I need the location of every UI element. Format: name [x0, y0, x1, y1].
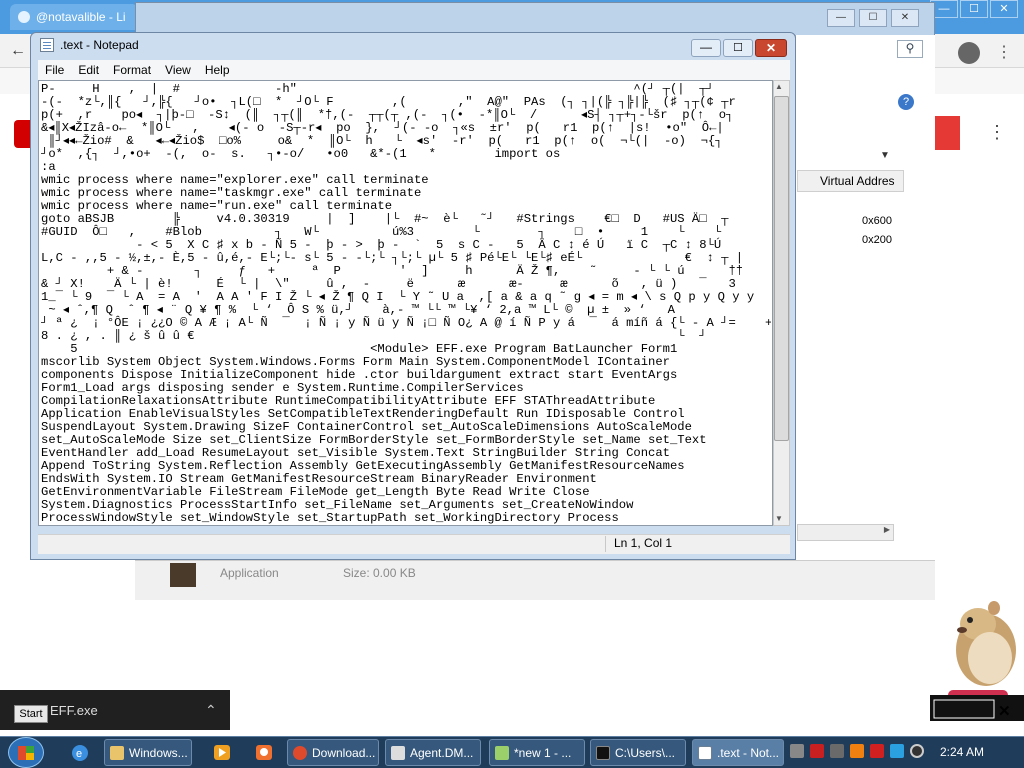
horizontal-scrollbar[interactable]: ▶ — [797, 524, 894, 541]
tray-record-icon[interactable] — [910, 744, 924, 758]
window-title: .text - Notepad — [60, 38, 139, 52]
tray-search-icon[interactable] — [850, 744, 864, 758]
row-application-label: Application — [220, 566, 279, 580]
close-icon[interactable]: ✕ — [998, 702, 1011, 720]
browser-maximize-button[interactable]: ☐ — [960, 0, 988, 18]
taskbar-item-agent[interactable]: Agent.DM... — [385, 739, 481, 766]
taskbar-item-explorer[interactable]: Windows... — [104, 739, 192, 766]
chevron-up-icon[interactable]: ⌃ — [205, 702, 217, 719]
tray-antivirus-icon[interactable] — [810, 744, 824, 758]
search-icon[interactable]: ⚲ — [897, 40, 923, 58]
menu-file[interactable]: File — [38, 63, 71, 77]
taskbar-item-notepad[interactable]: .text - Not... — [692, 739, 784, 766]
taskbar-item-label: *new 1 - ... — [514, 746, 572, 760]
browser-window-controls: — ☐ ✕ — [930, 0, 1024, 20]
application-icon — [170, 563, 196, 587]
window-icon — [391, 746, 405, 760]
tm-close-button[interactable]: ✕ — [891, 9, 919, 27]
start-button[interactable] — [8, 737, 44, 768]
taskbar-item-label: C:\Users\... — [615, 746, 676, 760]
row-size-label: Size: 0.00 KB — [343, 566, 416, 580]
close-button[interactable]: ✕ — [755, 39, 787, 57]
system-tray — [790, 744, 924, 758]
download-filename: EFF.exe — [50, 703, 98, 718]
notepad-plus-icon — [495, 746, 509, 760]
internet-explorer-icon[interactable]: e — [62, 739, 98, 766]
system-clock[interactable]: 2:24 AM — [940, 745, 984, 759]
page-more-icon[interactable]: ⋮ — [988, 122, 1006, 143]
tray-flag-icon[interactable] — [870, 744, 884, 758]
taskbar-item-chrome[interactable]: Download... — [287, 739, 379, 766]
document-content[interactable]: P- H , | # -h" ^(┘ ┬(| ┬┘ -(- *z└,║{ ┘,╠… — [41, 83, 771, 525]
task-manager-controls: — ☐ ✕ — [827, 9, 919, 27]
tray-app-icon[interactable] — [790, 744, 804, 758]
text-editor-area[interactable]: P- H , | # -h" ^(┘ ┬(| ┬┘ -(- *z└,║{ ┘,╠… — [38, 80, 773, 526]
terminal-icon — [596, 746, 610, 760]
folder-icon — [110, 746, 124, 760]
menu-help[interactable]: Help — [198, 63, 237, 77]
tray-display-icon[interactable] — [890, 744, 904, 758]
notepad-titlebar[interactable]: .text - Notepad — [40, 38, 139, 52]
scroll-up-icon[interactable]: ▲ — [775, 82, 783, 91]
tab-favicon-icon — [18, 11, 30, 23]
taskbar-item-label: Download... — [312, 746, 376, 760]
virtual-address-value: 0x600 — [862, 215, 892, 227]
media-player-icon[interactable] — [204, 739, 240, 766]
svg-text:e: e — [76, 748, 82, 760]
tm-minimize-button[interactable]: — — [827, 9, 855, 27]
help-icon[interactable]: ? — [898, 94, 914, 110]
browser-close-button[interactable]: ✕ — [990, 0, 1018, 18]
more-menu-icon[interactable]: ⋮ — [996, 42, 1012, 62]
taskbar-item-label: Windows... — [129, 746, 188, 760]
scrollbar-thumb[interactable] — [774, 96, 789, 441]
minimize-button[interactable]: — — [691, 39, 721, 57]
menu-bar: File Edit Format View Help — [38, 60, 790, 80]
cursor-position: Ln 1, Col 1 — [605, 536, 765, 552]
taskbar-item-label: Agent.DM... — [410, 746, 474, 760]
back-arrow-icon[interactable]: ← — [10, 42, 26, 60]
notepad-icon — [698, 746, 712, 760]
account-avatar-icon[interactable] — [958, 42, 980, 64]
browser-tab-title: @notavalible - Li — [36, 10, 126, 24]
tm-maximize-button[interactable]: ☐ — [859, 9, 887, 27]
taskbar-item-label: .text - Not... — [717, 746, 780, 760]
tray-app-icon[interactable] — [830, 744, 844, 758]
scroll-down-icon[interactable]: ▼ — [775, 514, 783, 523]
menu-view[interactable]: View — [158, 63, 198, 77]
virtual-address-value: 0x200 — [862, 234, 892, 246]
maximize-button[interactable]: ☐ — [723, 39, 753, 57]
menu-edit[interactable]: Edit — [71, 63, 106, 77]
paint-icon[interactable] — [246, 739, 282, 766]
menu-format[interactable]: Format — [106, 63, 158, 77]
chevron-down-icon[interactable]: ▼ — [880, 150, 890, 161]
task-manager-list — [795, 35, 935, 570]
start-tooltip: Start — [14, 705, 48, 723]
column-header-virtual-address[interactable]: Virtual Addres — [797, 170, 904, 192]
chrome-icon — [293, 746, 307, 760]
browser-tab[interactable]: @notavalible - Li — [10, 4, 138, 30]
taskbar-item-notepadpp[interactable]: *new 1 - ... — [489, 739, 585, 766]
notepad-icon — [40, 38, 54, 52]
taskbar-item-cmd[interactable]: C:\Users\... — [590, 739, 686, 766]
